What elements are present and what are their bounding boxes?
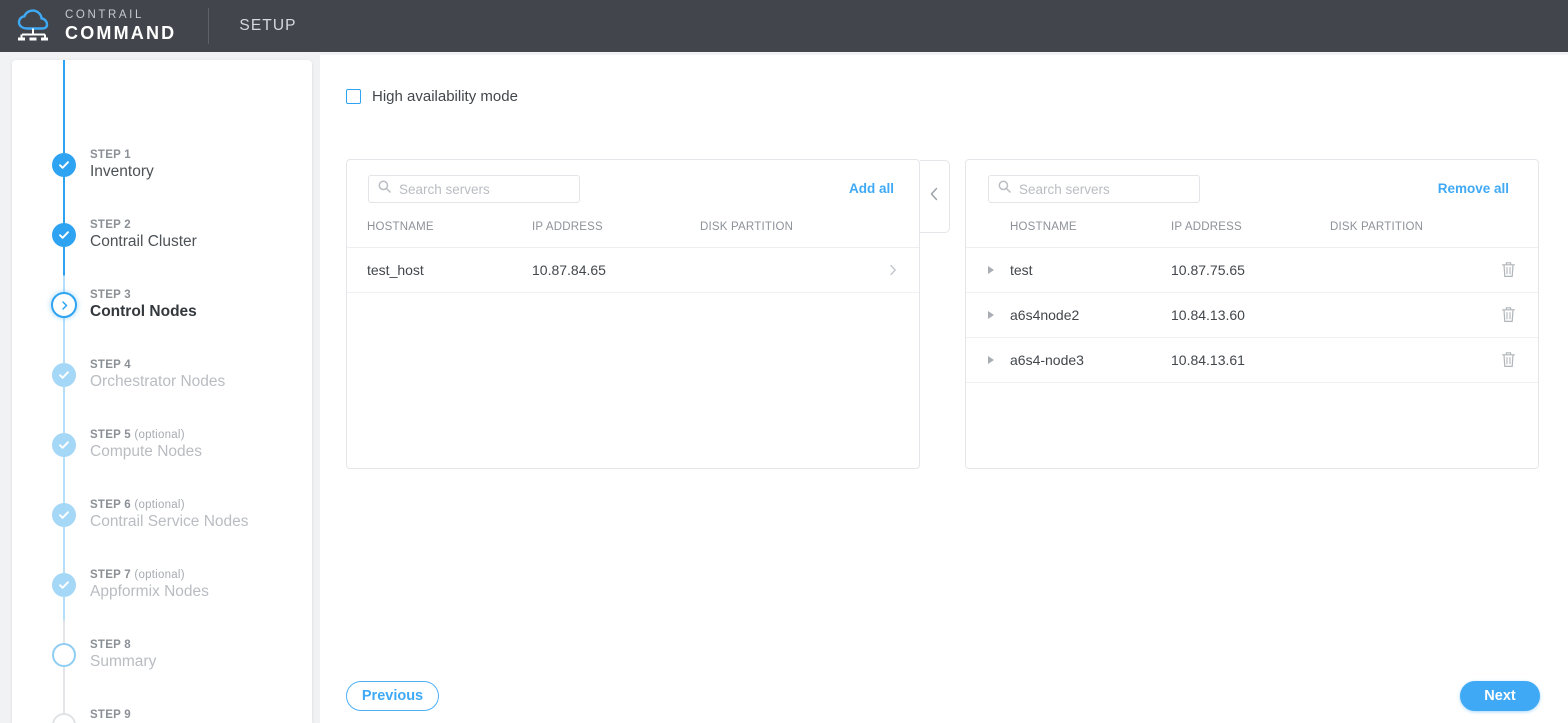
cell-ip-address: 10.87.75.65 (1171, 262, 1245, 278)
step-kicker: STEP 3 (90, 289, 131, 301)
available-col-disk: DISK PARTITION (700, 221, 794, 233)
delete-row-icon[interactable] (1501, 351, 1516, 368)
assigned-col-hostname: HOSTNAME (1010, 221, 1077, 233)
sidebar-step-compute-nodes[interactable]: STEP 5 (optional) Compute Nodes (12, 415, 312, 475)
table-row[interactable]: test 10.87.75.65 (966, 248, 1538, 293)
step-status-indicator (52, 223, 76, 247)
step-status-indicator (52, 643, 76, 667)
high-availability-checkbox[interactable] (346, 89, 361, 104)
cell-hostname: test (1010, 262, 1033, 278)
sidebar-step-appformix-nodes[interactable]: STEP 7 (optional) Appformix Nodes (12, 555, 312, 615)
brand-line-2: COMMAND (65, 23, 177, 44)
step-kicker: STEP 2 (90, 219, 131, 231)
remove-all-link[interactable]: Remove all (1438, 181, 1509, 196)
table-row[interactable]: a6s4-node3 10.84.13.61 (966, 338, 1538, 383)
sidebar-step-summary[interactable]: STEP 8 Summary (12, 625, 312, 685)
available-search-input[interactable] (399, 181, 559, 197)
step-label: Inventory (90, 163, 154, 180)
sidebar-step-provisioning[interactable]: STEP 9Provisioning (12, 695, 312, 723)
app-header: CONTRAIL COMMAND SETUP (0, 0, 1568, 52)
sidebar-step-orchestrator-nodes[interactable]: STEP 4 Orchestrator Nodes (12, 345, 312, 405)
assigned-col-disk: DISK PARTITION (1330, 221, 1424, 233)
step-kicker: STEP 4 (90, 359, 131, 371)
cell-ip-address: 10.84.13.61 (1171, 352, 1245, 368)
step-status-indicator (51, 292, 77, 318)
brand-logo[interactable]: CONTRAIL COMMAND (14, 9, 176, 43)
cell-hostname: a6s4-node3 (1010, 352, 1084, 368)
header-divider (208, 8, 210, 44)
assigned-table-body: test 10.87.75.65 a6s4node2 10.84.13.60 a6s4-… (966, 248, 1538, 383)
cell-ip-address: 10.87.84.65 (532, 262, 606, 278)
step-kicker: STEP 7 (optional) (90, 569, 185, 581)
table-row[interactable]: test_host 10.87.84.65 (347, 248, 919, 293)
previous-button[interactable]: Previous (346, 681, 439, 711)
step-status-indicator (52, 503, 76, 527)
step-kicker: STEP 5 (optional) (90, 429, 185, 441)
assigned-col-ip: IP ADDRESS (1171, 221, 1242, 233)
step-status-indicator (52, 573, 76, 597)
search-icon (378, 180, 391, 198)
available-table-body: test_host 10.87.84.65 (347, 248, 919, 293)
expand-row-caret-icon[interactable] (988, 356, 994, 364)
available-search-box[interactable] (368, 175, 580, 203)
step-status-indicator (52, 433, 76, 457)
step-label: Contrail Cluster (90, 233, 197, 250)
cell-hostname: test_host (367, 262, 424, 278)
step-status-indicator (52, 713, 76, 723)
collapse-panel-button[interactable] (920, 160, 950, 233)
brand-line-1: CONTRAIL (65, 8, 144, 21)
chevron-left-icon (929, 187, 940, 206)
assigned-table-header: HOSTNAME IP ADDRESS DISK PARTITION (966, 218, 1538, 248)
step-status-indicator (52, 363, 76, 387)
add-all-link[interactable]: Add all (849, 181, 894, 196)
available-servers-panel: Add all HOSTNAME IP ADDRESS DISK PARTITI… (346, 159, 920, 469)
available-panel-header: Add all (347, 160, 919, 218)
step-kicker: STEP 1 (90, 149, 131, 161)
step-kicker: STEP 9 (90, 709, 131, 721)
search-icon (998, 180, 1011, 198)
header-section-label: SETUP (239, 17, 297, 34)
delete-row-icon[interactable] (1501, 306, 1516, 323)
sidebar-step-contrail-cluster[interactable]: STEP 2 Contrail Cluster (12, 205, 312, 265)
assigned-control-nodes-panel: Remove all HOSTNAME IP ADDRESS DISK PART… (965, 159, 1539, 469)
chevron-right-icon[interactable] (887, 263, 899, 276)
high-availability-label: High availability mode (372, 88, 518, 105)
sidebar-step-contrail-service-nodes[interactable]: STEP 6 (optional) Contrail Service Nodes (12, 485, 312, 545)
step-label: Contrail Service Nodes (90, 513, 249, 530)
expand-row-caret-icon[interactable] (988, 311, 994, 319)
step-kicker: STEP 6 (optional) (90, 499, 185, 511)
expand-row-caret-icon[interactable] (988, 266, 994, 274)
assigned-search-box[interactable] (988, 175, 1200, 203)
step-label: Compute Nodes (90, 443, 203, 460)
sidebar-step-inventory[interactable]: STEP 1 Inventory (12, 135, 312, 195)
available-col-ip: IP ADDRESS (532, 221, 603, 233)
assigned-search-input[interactable] (1019, 181, 1179, 197)
brand-wordmark: CONTRAIL COMMAND (65, 8, 177, 44)
step-label: Summary (90, 653, 157, 670)
step-kicker: STEP 8 (90, 639, 131, 651)
available-col-hostname: HOSTNAME (367, 221, 434, 233)
main-content: High availability mode Available servers… (320, 55, 1568, 723)
next-button[interactable]: Next (1460, 681, 1540, 711)
cell-hostname: a6s4node2 (1010, 307, 1080, 323)
assigned-panel-header: Remove all (966, 160, 1538, 218)
step-status-indicator (52, 153, 76, 177)
high-availability-row[interactable]: High availability mode (346, 88, 518, 105)
step-label: Orchestrator Nodes (90, 373, 226, 390)
delete-row-icon[interactable] (1501, 261, 1516, 278)
sidebar-step-control-nodes[interactable]: STEP 3 Control Nodes (12, 275, 312, 335)
step-label: Control Nodes (90, 303, 197, 320)
setup-wizard-sidebar: STEP 1 Inventory STEP 2 Contrail Cluster STE… (12, 60, 312, 723)
available-table-header: HOSTNAME IP ADDRESS DISK PARTITION (347, 218, 919, 248)
cloud-network-icon (14, 9, 56, 43)
table-row[interactable]: a6s4node2 10.84.13.60 (966, 293, 1538, 338)
cell-ip-address: 10.84.13.60 (1171, 307, 1245, 323)
step-label: Appformix Nodes (90, 583, 209, 600)
